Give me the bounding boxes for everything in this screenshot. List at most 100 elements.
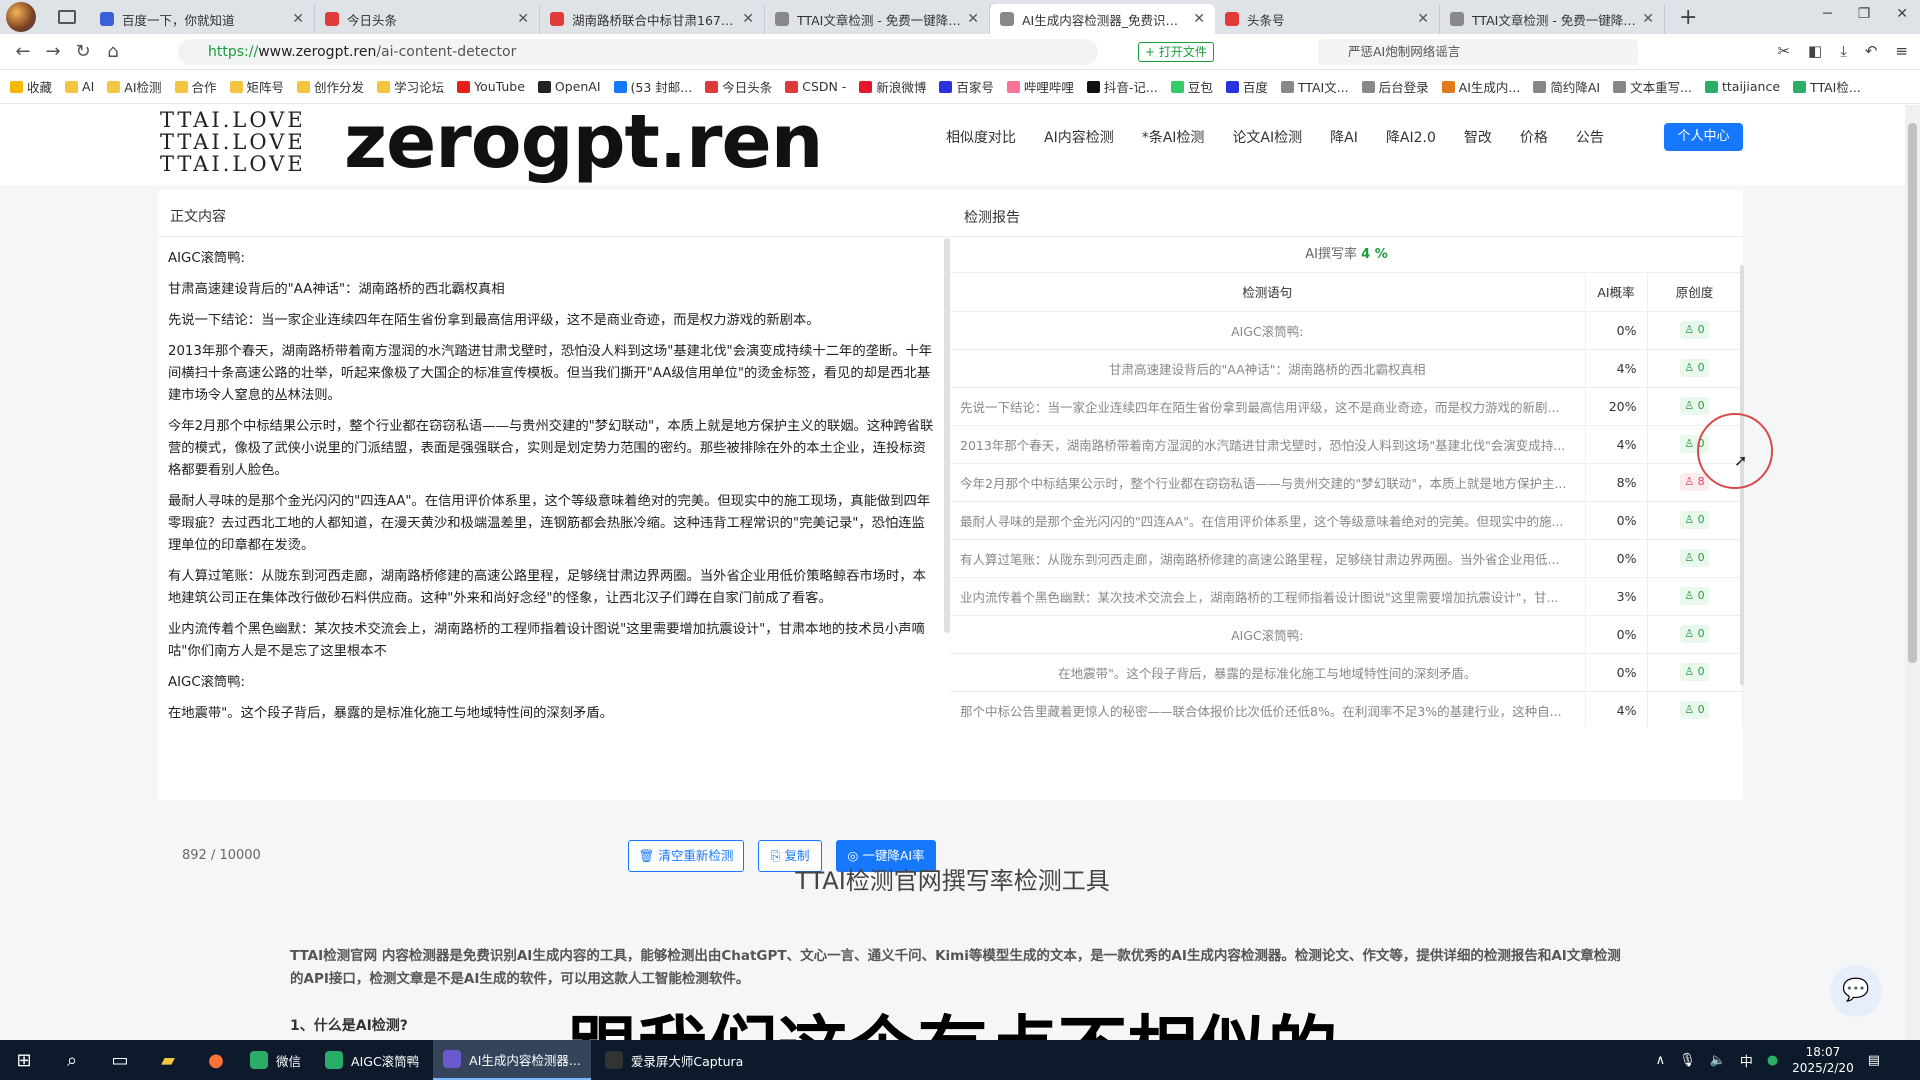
browser-search-input[interactable]: 严惩AI炮制网络谣言 [1318, 39, 1638, 65]
forward-icon[interactable]: → [38, 41, 68, 62]
bookmark-item[interactable]: AI生成内... [1441, 77, 1520, 96]
firefox-icon[interactable]: ● [192, 1050, 240, 1071]
nav-item[interactable]: 降AI2.0 [1386, 127, 1436, 147]
tray-expand-icon[interactable]: ∧ [1656, 1053, 1666, 1068]
bookmark-item[interactable]: AI [65, 79, 94, 94]
report-row[interactable]: 今年2月那个中标结果公示时，整个行业都在窃窃私语——与贵州交建的"梦幻联动"，本… [950, 463, 1743, 502]
bookmark-item[interactable]: 文本重写... [1613, 77, 1692, 96]
nav-item[interactable]: AI内容检测 [1044, 127, 1114, 147]
nav-item[interactable]: 论文AI检测 [1232, 127, 1302, 147]
nav-item[interactable]: 降AI [1330, 127, 1358, 147]
close-window-icon[interactable]: ✕ [1896, 6, 1908, 22]
bookmark-item[interactable]: ttaijiance [1705, 79, 1780, 94]
bookmark-item[interactable]: 豆包 [1170, 77, 1213, 96]
nav-item[interactable]: 相似度对比 [946, 127, 1016, 147]
home-icon[interactable]: ⌂ [98, 41, 128, 62]
nav-item[interactable]: 价格 [1520, 127, 1548, 147]
bookmark-item[interactable]: 百度 [1225, 77, 1268, 96]
bookmark-item[interactable]: 简约降AI [1533, 77, 1600, 96]
new-tab-icon[interactable]: + [1679, 5, 1697, 30]
report-row[interactable]: 那个中标公告里藏着更惊人的秘密——联合体报价比次低价还低8%。在利润率不足3%的… [950, 691, 1743, 727]
browser-tab[interactable]: TTAI文章检测 - 免费一键降AI... ✕ [1440, 4, 1665, 34]
bookmark-item[interactable]: 学习论坛 [377, 77, 444, 96]
tab-close-icon[interactable]: ✕ [517, 11, 529, 27]
scissors-icon[interactable]: ✂ [1777, 42, 1790, 60]
bookmark-item[interactable]: TTAI文... [1280, 77, 1349, 96]
tab-close-icon[interactable]: ✕ [1642, 11, 1654, 27]
extension-icon[interactable]: ◧ [1808, 42, 1822, 60]
report-row[interactable]: AIGC滚筒鸭: 0% ♙ 0 [950, 311, 1743, 350]
restore-icon[interactable]: ❐ [1858, 6, 1871, 22]
notification-icon[interactable]: ▤ [1868, 1053, 1880, 1068]
bookmark-item[interactable]: 收藏 [10, 77, 52, 96]
report-row[interactable]: 甘肃高速建设背后的"AA神话"：湖南路桥的西北霸权真相 4% ♙ 0 [950, 349, 1743, 388]
report-row[interactable]: 业内流传着个黑色幽默：某次技术交流会上，湖南路桥的工程师指着设计图说"这里需要增… [950, 577, 1743, 616]
browser-tab[interactable]: AI生成内容检测器_免费识别AI... ✕ [990, 4, 1215, 34]
bookmark-item[interactable]: 后台登录 [1361, 77, 1429, 96]
tab-close-icon[interactable]: ✕ [1417, 11, 1429, 27]
file-explorer-icon[interactable]: ▰ [144, 1050, 192, 1071]
nav-item[interactable]: 智改 [1464, 127, 1492, 147]
bookmark-item[interactable]: 哔哩哔哩 [1006, 77, 1074, 96]
content-textarea[interactable]: AIGC滚筒鸭: 甘肃高速建设背后的"AA神话"：湖南路桥的西北霸权真相 先说一下结… [168, 248, 936, 768]
tab-close-icon[interactable]: ✕ [742, 11, 754, 27]
browser-tab[interactable]: 今日头条 ✕ [315, 4, 540, 34]
volume-icon[interactable]: 🔈 [1710, 1053, 1726, 1068]
bookmark-item[interactable]: AI检测 [107, 77, 162, 96]
bookmark-item[interactable]: YouTube [457, 79, 525, 94]
page-scroll-thumb[interactable] [1908, 123, 1917, 663]
report-row[interactable]: 最耐人寻味的是那个金光闪闪的"四连AA"。在信用评价体系里，这个等级意味着绝对的… [950, 501, 1743, 540]
site-logo-text[interactable]: zerogpt.ren [344, 105, 823, 185]
report-row[interactable]: 先说一下结论：当一家企业连续四年在陌生省份拿到最高信用评级，这不是商业奇迹，而是… [950, 387, 1743, 426]
chat-bubble-icon[interactable]: 💬 [1830, 965, 1882, 1017]
menu-icon[interactable]: ≡ [1895, 42, 1908, 60]
undo-icon[interactable]: ↶ [1865, 42, 1878, 60]
browser-tab[interactable]: 百度一下，你就知道 ✕ [90, 4, 315, 34]
bookmark-item[interactable]: 矩阵号 [229, 77, 284, 96]
browser-tab[interactable]: TTAI文章检测 - 免费一键降AI... ✕ [765, 4, 990, 34]
page-scrollbar[interactable] [1905, 105, 1920, 1040]
taskbar-app[interactable]: 爱录屏大师Captura [595, 1040, 753, 1080]
site-logo-small[interactable]: TTAI.LOVE TTAI.LOVE TTAI.LOVE [160, 109, 306, 175]
report-row[interactable]: 2013年那个春天，湖南路桥带着南方湿润的水汽踏进甘肃戈壁时，恐怕没人料到这场"… [950, 425, 1743, 464]
bookmark-item[interactable]: 创作分发 [297, 77, 364, 96]
clock[interactable]: 18:07 2025/2/20 [1792, 1044, 1854, 1076]
taskbar-app[interactable]: AI生成内容检测器... [433, 1040, 591, 1080]
browser-tab[interactable]: 湖南路桥联合中标甘肃167亿元... ✕ [540, 4, 765, 34]
search-icon[interactable]: ⌕ [48, 1050, 96, 1071]
browser-tab[interactable]: 头条号 ✕ [1215, 4, 1440, 34]
back-icon[interactable]: ← [8, 41, 38, 62]
network-icon[interactable]: ● [1767, 1053, 1778, 1068]
tab-close-icon[interactable]: ✕ [967, 11, 979, 27]
report-row[interactable]: 在地震带"。这个段子背后，暴露的是标准化施工与地域特性间的深刻矛盾。 0% ♙ 0 [950, 653, 1743, 692]
bookmark-item[interactable]: 百家号 [939, 77, 994, 96]
report-row[interactable]: AIGC滚筒鸭: 0% ♙ 0 [950, 615, 1743, 654]
bookmark-item[interactable]: (53 封邮... [613, 77, 692, 96]
bookmark-item[interactable]: 合作 [174, 77, 217, 96]
bookmark-item[interactable]: OpenAI [537, 79, 601, 94]
tab-close-icon[interactable]: ✕ [292, 11, 304, 27]
reload-icon[interactable]: ↻ [68, 41, 98, 62]
mic-icon[interactable]: 🎙 [1679, 1053, 1696, 1068]
browser-logo-icon[interactable] [6, 2, 36, 32]
minimize-icon[interactable]: ─ [1823, 6, 1831, 22]
bookmark-item[interactable]: CSDN - [785, 79, 846, 94]
download-icon[interactable]: ⤓ [1840, 42, 1847, 60]
bookmark-item[interactable]: 抖音-记... [1086, 77, 1158, 96]
bookmark-item[interactable]: TTAI检... [1793, 77, 1861, 96]
sidebar-toggle-icon[interactable] [58, 10, 76, 24]
bookmark-item[interactable]: 新浪微博 [859, 77, 926, 96]
url-field[interactable]: https://www.zerogpt.ren/ai-content-detec… [178, 39, 1098, 65]
task-view-icon[interactable]: ▭ [96, 1050, 144, 1071]
taskbar-app[interactable]: 微信 [240, 1040, 311, 1080]
taskbar-app[interactable]: AIGC滚筒鸭 [315, 1040, 429, 1080]
user-center-button[interactable]: 个人中心 [1664, 123, 1743, 151]
nav-item[interactable]: 公告 [1576, 127, 1604, 147]
bookmark-item[interactable]: 今日头条 [705, 77, 772, 96]
tab-close-icon[interactable]: ✕ [1193, 11, 1205, 27]
ime-indicator[interactable]: 中 [1740, 1051, 1753, 1070]
report-row[interactable]: 有人算过笔账：从陇东到河西走廊，湖南路桥修建的高速公路里程，足够绕甘肃边界两圈。… [950, 539, 1743, 578]
nav-item[interactable]: *条AI检测 [1142, 127, 1205, 147]
start-icon[interactable]: ⊞ [0, 1050, 48, 1071]
open-file-button[interactable]: + 打开文件 [1138, 42, 1214, 62]
